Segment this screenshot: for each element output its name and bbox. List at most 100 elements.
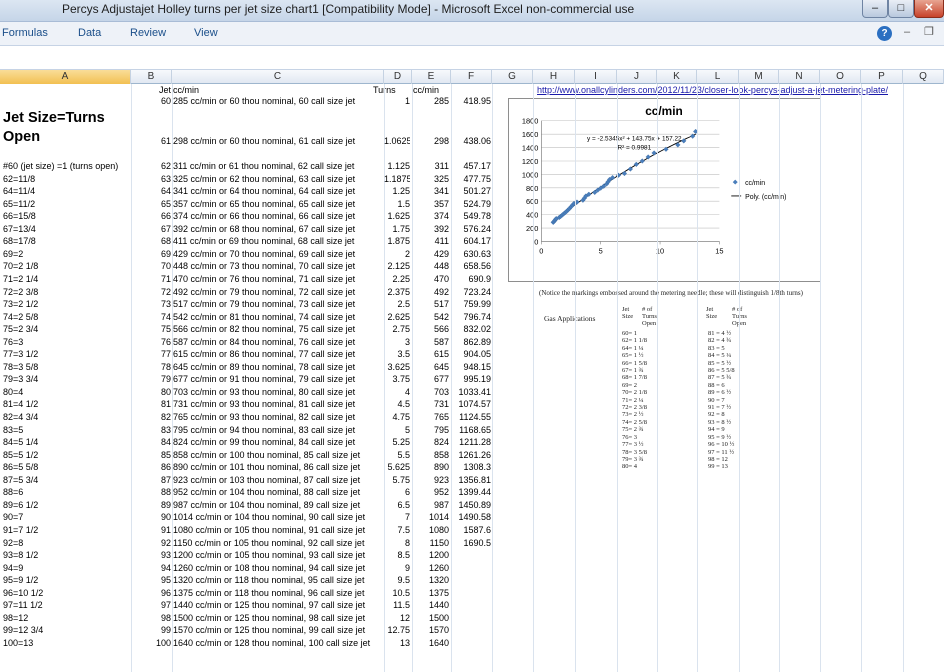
- cell-b[interactable]: 64: [130, 186, 171, 196]
- cell-b[interactable]: 97: [130, 600, 171, 610]
- ccmin-chart[interactable]: cc/min0200400600800100012001400160018000…: [508, 98, 821, 282]
- cell-a[interactable]: 100=13: [3, 638, 128, 648]
- cell-d[interactable]: 5: [384, 425, 410, 435]
- cell-c[interactable]: 952 cc/min or 104 thou nominal, 88 call …: [173, 487, 383, 497]
- cell-f[interactable]: 1399.44: [452, 487, 491, 497]
- cell-e[interactable]: 392: [413, 224, 449, 234]
- cell-d[interactable]: 4: [384, 387, 410, 397]
- cell-b[interactable]: 87: [130, 475, 171, 485]
- cell-f[interactable]: 576.24: [452, 224, 491, 234]
- cell-a[interactable]: 64=11/4: [3, 186, 128, 196]
- cell-e[interactable]: 448: [413, 261, 449, 271]
- cell-f[interactable]: 524.79: [452, 199, 491, 209]
- cell-c[interactable]: 1320 cc/min or 118 thou nominal, 95 call…: [173, 575, 383, 585]
- cell-f[interactable]: 438.06: [452, 136, 491, 146]
- cell-e[interactable]: 615: [413, 349, 449, 359]
- cell-e[interactable]: 374: [413, 211, 449, 221]
- cell-f[interactable]: 1124.55: [452, 412, 491, 422]
- cell-b[interactable]: 98: [130, 613, 171, 623]
- cell-d[interactable]: 1.875: [384, 236, 410, 246]
- cell-e[interactable]: 1640: [413, 638, 449, 648]
- cell-a[interactable]: 77=3 1/2: [3, 349, 128, 359]
- tab-view[interactable]: View: [194, 27, 218, 39]
- cell-b[interactable]: 84: [130, 437, 171, 447]
- cell-a[interactable]: 95=9 1/2: [3, 575, 128, 585]
- cell-b[interactable]: 77: [130, 349, 171, 359]
- column-header-k[interactable]: K: [657, 70, 697, 84]
- cell-d[interactable]: 2.375: [384, 287, 410, 297]
- cell-a[interactable]: #60 (jet size) =1 (turns open): [3, 161, 128, 171]
- cell-c[interactable]: 923 cc/min or 103 thou nominal, 87 call …: [173, 475, 383, 485]
- cell-c[interactable]: 492 cc/min or 79 thou nominal, 72 call s…: [173, 287, 383, 297]
- cell-b[interactable]: 91: [130, 525, 171, 535]
- cell-e[interactable]: 1375: [413, 588, 449, 598]
- cell-d[interactable]: 12: [384, 613, 410, 623]
- minimize-button[interactable]: –: [862, 0, 888, 18]
- cell-f[interactable]: 477.75: [452, 174, 491, 184]
- cell-e[interactable]: 795: [413, 425, 449, 435]
- cell-a[interactable]: 73=2 1/2: [3, 299, 128, 309]
- cell-c[interactable]: 587 cc/min or 84 thou nominal, 76 call s…: [173, 337, 383, 347]
- cell-d[interactable]: 5.75: [384, 475, 410, 485]
- cell-c[interactable]: 566 cc/min or 82 thou nominal, 75 call s…: [173, 324, 383, 334]
- cell-b[interactable]: 81: [130, 399, 171, 409]
- cell-b[interactable]: 79: [130, 374, 171, 384]
- cell-e[interactable]: 470: [413, 274, 449, 284]
- cell-a[interactable]: 85=5 1/2: [3, 450, 128, 460]
- cell-a[interactable]: 76=3: [3, 337, 128, 347]
- cell-e[interactable]: 824: [413, 437, 449, 447]
- cell-c[interactable]: 1440 cc/min or 125 thou nominal, 97 call…: [173, 600, 383, 610]
- cell-d[interactable]: 9: [384, 563, 410, 573]
- column-header-f[interactable]: F: [451, 70, 492, 84]
- cell-b[interactable]: 94: [130, 563, 171, 573]
- cell-d[interactable]: 3: [384, 337, 410, 347]
- cell-c[interactable]: 298 cc/min or 60 thou nominal, 61 call s…: [173, 136, 383, 146]
- cell-a[interactable]: 96=10 1/2: [3, 588, 128, 598]
- column-header-h[interactable]: H: [533, 70, 575, 84]
- source-link[interactable]: http://www.onallcylinders.com/2012/11/23…: [537, 85, 888, 95]
- cell-c[interactable]: 1014 cc/min or 104 thou nominal, 90 call…: [173, 512, 383, 522]
- cell-f[interactable]: 1074.57: [452, 399, 491, 409]
- cell-e[interactable]: 765: [413, 412, 449, 422]
- cell-c[interactable]: 795 cc/min or 94 thou nominal, 83 call s…: [173, 425, 383, 435]
- cell-a[interactable]: 72=2 3/8: [3, 287, 128, 297]
- column-header-n[interactable]: N: [779, 70, 820, 84]
- worksheet-grid[interactable]: Jet Size=Turns Open Jet cc/min Turns cc/…: [0, 84, 944, 672]
- cell-a[interactable]: 70=2 1/8: [3, 261, 128, 271]
- cell-c[interactable]: 517 cc/min or 79 thou nominal, 73 call s…: [173, 299, 383, 309]
- cell-c[interactable]: 677 cc/min or 91 thou nominal, 79 call s…: [173, 374, 383, 384]
- cell-a[interactable]: 86=5 5/8: [3, 462, 128, 472]
- cell-d[interactable]: 2.5: [384, 299, 410, 309]
- cell-b[interactable]: 72: [130, 287, 171, 297]
- cell-f[interactable]: 690.9: [452, 274, 491, 284]
- cell-e[interactable]: 298: [413, 136, 449, 146]
- cell-c[interactable]: 311 cc/min or 61 thou nominal, 62 call s…: [173, 161, 383, 171]
- cell-c[interactable]: 448 cc/min or 73 thou nominal, 70 call s…: [173, 261, 383, 271]
- cell-b[interactable]: 100: [130, 638, 171, 648]
- cell-c[interactable]: 325 cc/min or 62 thou nominal, 63 call s…: [173, 174, 383, 184]
- maximize-button[interactable]: □: [888, 0, 914, 18]
- cell-d[interactable]: 7: [384, 512, 410, 522]
- cell-e[interactable]: 1014: [413, 512, 449, 522]
- cell-d[interactable]: 4.75: [384, 412, 410, 422]
- cell-b[interactable]: 67: [130, 224, 171, 234]
- cell-a[interactable]: 90=7: [3, 512, 128, 522]
- cell-d[interactable]: 1.0625: [384, 136, 410, 146]
- cell-a[interactable]: 80=4: [3, 387, 128, 397]
- cell-e[interactable]: 703: [413, 387, 449, 397]
- cell-e[interactable]: 1200: [413, 550, 449, 560]
- cell-b[interactable]: 92: [130, 538, 171, 548]
- cell-f[interactable]: 948.15: [452, 362, 491, 372]
- cell-c[interactable]: 341 cc/min or 64 thou nominal, 64 call s…: [173, 186, 383, 196]
- cell-e[interactable]: 923: [413, 475, 449, 485]
- cell-e[interactable]: 411: [413, 236, 449, 246]
- cell-c[interactable]: 615 cc/min or 86 thou nominal, 77 call s…: [173, 349, 383, 359]
- column-header-m[interactable]: M: [739, 70, 779, 84]
- cell-e[interactable]: 677: [413, 374, 449, 384]
- cell-b[interactable]: 86: [130, 462, 171, 472]
- cell-a[interactable]: 82=4 3/4: [3, 412, 128, 422]
- cell-d[interactable]: 5.5: [384, 450, 410, 460]
- cell-c[interactable]: 429 cc/min or 70 thou nominal, 69 call s…: [173, 249, 383, 259]
- tab-formulas[interactable]: Formulas: [2, 27, 48, 39]
- cell-e[interactable]: 542: [413, 312, 449, 322]
